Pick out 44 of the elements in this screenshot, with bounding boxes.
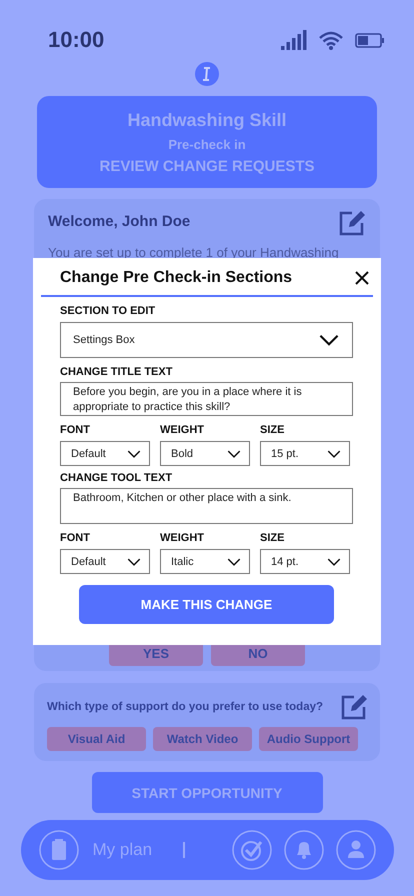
edit-icon[interactable]: [338, 209, 366, 237]
welcome-text: You are set up to complete 1 of your Handwashing: [48, 245, 340, 260]
field-label: WEIGHT: [160, 532, 205, 544]
wifi-icon: [319, 30, 343, 50]
skill-title: Handwashing Skill: [127, 110, 287, 130]
style-dropdown[interactable]: Italic: [160, 549, 250, 574]
chevron-down-icon: [227, 450, 241, 458]
welcome-title: Welcome, John Doe: [48, 213, 190, 230]
dialog-title: Change Pre Check-in Sections: [60, 269, 292, 287]
chevron-down-icon: [318, 334, 340, 346]
skill-subtitle: Pre-check in: [168, 136, 246, 152]
field-label: CHANGE TOOL TEXT: [60, 472, 174, 484]
battery-icon: [355, 32, 384, 48]
signal-icon: [281, 30, 307, 50]
style-dropdown[interactable]: 14 pt.: [260, 549, 350, 574]
support-question: Which type of support do you prefer to use today?: [47, 701, 324, 713]
info-icon[interactable]: [195, 62, 219, 86]
field-label: SIZE: [260, 532, 286, 544]
submit-button[interactable]: MAKE THIS CHANGE: [79, 585, 334, 624]
chevron-down-icon: [227, 558, 241, 566]
user-icon[interactable]: [336, 830, 376, 870]
field-label: CHANGE TITLE TEXT: [60, 366, 174, 378]
chevron-down-icon: [127, 558, 141, 566]
field-label: WEIGHT: [160, 424, 205, 436]
style-dropdown[interactable]: Bold: [160, 441, 250, 466]
chevron-down-icon: [327, 558, 341, 566]
text-field[interactable]: Before you begin, are you in a place where it is appropriate to practice this skill?: [60, 382, 353, 416]
clipboard-icon[interactable]: [38, 830, 78, 870]
field-label: SIZE: [260, 424, 286, 436]
chevron-down-icon: [127, 450, 141, 458]
chevron-down-icon: [327, 450, 341, 458]
edit-icon[interactable]: [340, 693, 368, 721]
style-dropdown[interactable]: Default: [60, 441, 150, 466]
style-dropdown[interactable]: Default: [60, 549, 150, 574]
bell-icon[interactable]: [284, 830, 324, 870]
field-label: FONT: [60, 424, 91, 436]
text-field[interactable]: Bathroom, Kitchen or other place with a sink.: [60, 488, 353, 524]
close-icon[interactable]: [355, 271, 369, 285]
field-label: SECTION TO EDIT: [60, 305, 156, 317]
style-dropdown[interactable]: 15 pt.: [260, 441, 350, 466]
status-time: 10:00: [48, 27, 104, 53]
section-dropdown[interactable]: Settings Box: [60, 322, 353, 358]
check-circle-icon[interactable]: [232, 830, 272, 870]
field-label: FONT: [60, 532, 91, 544]
